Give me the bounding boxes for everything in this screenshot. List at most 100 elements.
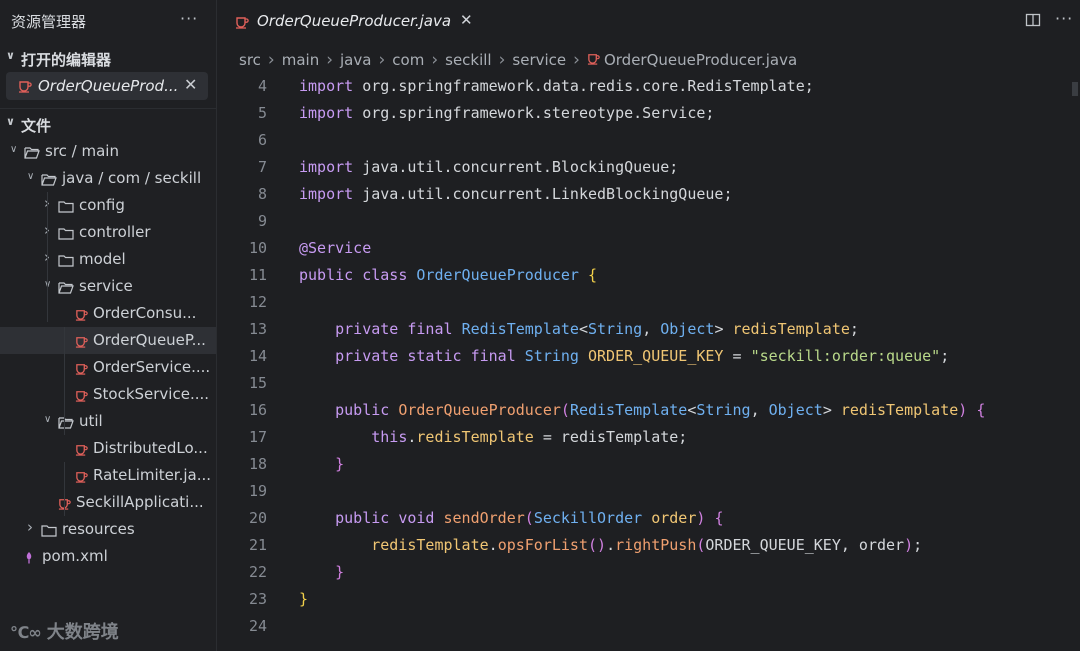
- code-line[interactable]: 8 import java.util.concurrent.LinkedBlock…: [217, 181, 1080, 208]
- scrollbar-thumb[interactable]: [1072, 82, 1078, 96]
- code-line[interactable]: 9: [217, 208, 1080, 235]
- breadcrumb-item[interactable]: OrderQueueProducer.java: [604, 51, 797, 69]
- code-line[interactable]: 20 public void sendOrder(SeckillOrder or…: [217, 505, 1080, 532]
- tree-item-label: config: [79, 196, 125, 214]
- close-icon[interactable]: ✕: [184, 75, 197, 94]
- open-editor-label: OrderQueueProd...: [38, 77, 179, 95]
- open-editor-item[interactable]: OrderQueueProd... ✕: [6, 72, 208, 100]
- tree-item-service[interactable]: ∨service: [0, 273, 216, 300]
- breadcrumb-item[interactable]: seckill: [445, 51, 491, 69]
- code-line[interactable]: 6: [217, 127, 1080, 154]
- line-number: 24: [248, 617, 267, 635]
- explorer-header: 资源管理器 ···: [0, 0, 216, 42]
- tree-item-pom-xml[interactable]: pom.xml: [0, 543, 216, 570]
- tree-item-label: OrderConsu...: [93, 304, 197, 322]
- code-line[interactable]: 18 }: [217, 451, 1080, 478]
- editor-more-button[interactable]: ···: [1055, 9, 1073, 28]
- code-text: import java.util.concurrent.BlockingQueu…: [299, 158, 679, 176]
- code-line[interactable]: 15: [217, 370, 1080, 397]
- breadcrumb-item[interactable]: java: [340, 51, 371, 69]
- line-number: 14: [248, 347, 267, 365]
- close-icon[interactable]: ✕: [460, 11, 473, 29]
- tree-item-label: SeckillApplicati...: [76, 493, 204, 511]
- tree-item-label: src / main: [45, 142, 119, 160]
- tree-item-label: service: [79, 277, 133, 295]
- code-text: public void sendOrder(SeckillOrder order…: [335, 509, 724, 527]
- java-file-icon: [75, 361, 88, 379]
- code-text: import org.springframework.data.redis.co…: [299, 77, 814, 95]
- tree-item-label: DistributedLo...: [93, 439, 208, 457]
- java-file-icon: [235, 14, 249, 33]
- open-editors-label: 打开的编辑器: [21, 51, 112, 69]
- code-text: private final RedisTemplate<String, Obje…: [335, 320, 859, 338]
- tree-item-ratelimiter-ja[interactable]: RateLimiter.ja...: [0, 462, 216, 489]
- folder-icon: [58, 253, 74, 271]
- tree-item-controller[interactable]: ›controller: [0, 219, 216, 246]
- tree-item-config[interactable]: ›config: [0, 192, 216, 219]
- code-line[interactable]: 22 }: [217, 559, 1080, 586]
- tab-order-queue-producer[interactable]: OrderQueueProducer.java ✕: [217, 0, 483, 43]
- breadcrumb-item[interactable]: src: [239, 51, 261, 69]
- code-line[interactable]: 10 @Service: [217, 235, 1080, 262]
- tree-item-seckillapplicati[interactable]: SeckillApplicati...: [0, 489, 216, 516]
- java-file-icon: [18, 78, 32, 97]
- indent-guide: [47, 192, 48, 322]
- code-line[interactable]: 16 public OrderQueueProducer(RedisTempla…: [217, 397, 1080, 424]
- chevron-down-icon: ∨: [44, 414, 52, 425]
- code-line[interactable]: 12: [217, 289, 1080, 316]
- tree-item-stockservice[interactable]: StockService....: [0, 381, 216, 408]
- code-line[interactable]: 21 redisTemplate.opsForList().rightPush(…: [217, 532, 1080, 559]
- code-text: }: [335, 455, 345, 473]
- tree-item-orderservice[interactable]: OrderService....: [0, 354, 216, 381]
- explorer-more-button[interactable]: ···: [180, 9, 198, 28]
- code-text: public OrderQueueProducer(RedisTemplate<…: [335, 401, 986, 419]
- line-number: 11: [248, 266, 267, 284]
- code-text: private static final String ORDER_QUEUE_…: [335, 347, 950, 365]
- breadcrumb-item[interactable]: com: [392, 51, 424, 69]
- tree-item-java-com-seckill[interactable]: ∨ java / com / seckill: [0, 165, 216, 192]
- tree-item-orderqueuep[interactable]: OrderQueueP...: [0, 327, 216, 354]
- tab-label: OrderQueueProducer.java: [257, 12, 452, 30]
- code-line[interactable]: 4 import org.springframework.data.redis.c…: [217, 73, 1080, 100]
- folder-open-icon: [58, 280, 74, 298]
- code-line[interactable]: 7 import java.util.concurrent.BlockingQue…: [217, 154, 1080, 181]
- tree-item-util[interactable]: ∨ util: [0, 408, 216, 435]
- folder-icon: [58, 226, 74, 244]
- tab-bar: OrderQueueProducer.java ✕ ···: [217, 0, 1080, 43]
- tree-item-distributedlo[interactable]: DistributedLo...: [0, 435, 216, 462]
- indent-guide: [64, 327, 65, 435]
- tree-item-label: OrderQueueP...: [93, 331, 206, 349]
- java-file-icon: [75, 307, 88, 325]
- code-line[interactable]: 14 private static final String ORDER_QUE…: [217, 343, 1080, 370]
- split-editor-icon[interactable]: [1025, 12, 1041, 32]
- chevron-right-icon: ›: [573, 50, 580, 70]
- open-editors-section[interactable]: ∨ 打开的编辑器: [0, 45, 216, 72]
- java-file-icon: [75, 388, 88, 406]
- tree-item-model[interactable]: ›model: [0, 246, 216, 273]
- chevron-down-icon: ∨: [27, 171, 35, 182]
- breadcrumb-item[interactable]: main: [282, 51, 319, 69]
- code-line[interactable]: 24: [217, 613, 1080, 640]
- breadcrumb-item[interactable]: service: [512, 51, 566, 69]
- tree-item-orderconsu[interactable]: OrderConsu...: [0, 300, 216, 327]
- tree-item-src-main[interactable]: ∨ src / main: [0, 138, 216, 165]
- chevron-down-icon: ∨: [10, 144, 18, 155]
- code-line[interactable]: 11 public class OrderQueueProducer {: [217, 262, 1080, 289]
- line-number: 13: [248, 320, 267, 338]
- code-line[interactable]: 13 private final RedisTemplate<String, O…: [217, 316, 1080, 343]
- explorer-title: 资源管理器: [11, 13, 87, 31]
- files-section[interactable]: ∨ 文件: [0, 111, 216, 138]
- chevron-right-icon: ›: [431, 50, 439, 70]
- code-line[interactable]: 5 import org.springframework.stereotype.S…: [217, 100, 1080, 127]
- code-line[interactable]: 17 this.redisTemplate = redisTemplate;: [217, 424, 1080, 451]
- code-line[interactable]: 19: [217, 478, 1080, 505]
- tree-item-label: model: [79, 250, 126, 268]
- breadcrumb: src › main › java › com › seckill › service › OrderQ…: [239, 50, 797, 72]
- java-file-icon: [75, 469, 88, 487]
- tree-item-resources[interactable]: › resources: [0, 516, 216, 543]
- code-editor[interactable]: 4 import org.springframework.data.redis.c…: [217, 75, 1080, 651]
- line-number: 23: [248, 590, 267, 608]
- tree-item-label: controller: [79, 223, 151, 241]
- tree-item-label: resources: [62, 520, 135, 538]
- code-line[interactable]: 23}: [217, 586, 1080, 613]
